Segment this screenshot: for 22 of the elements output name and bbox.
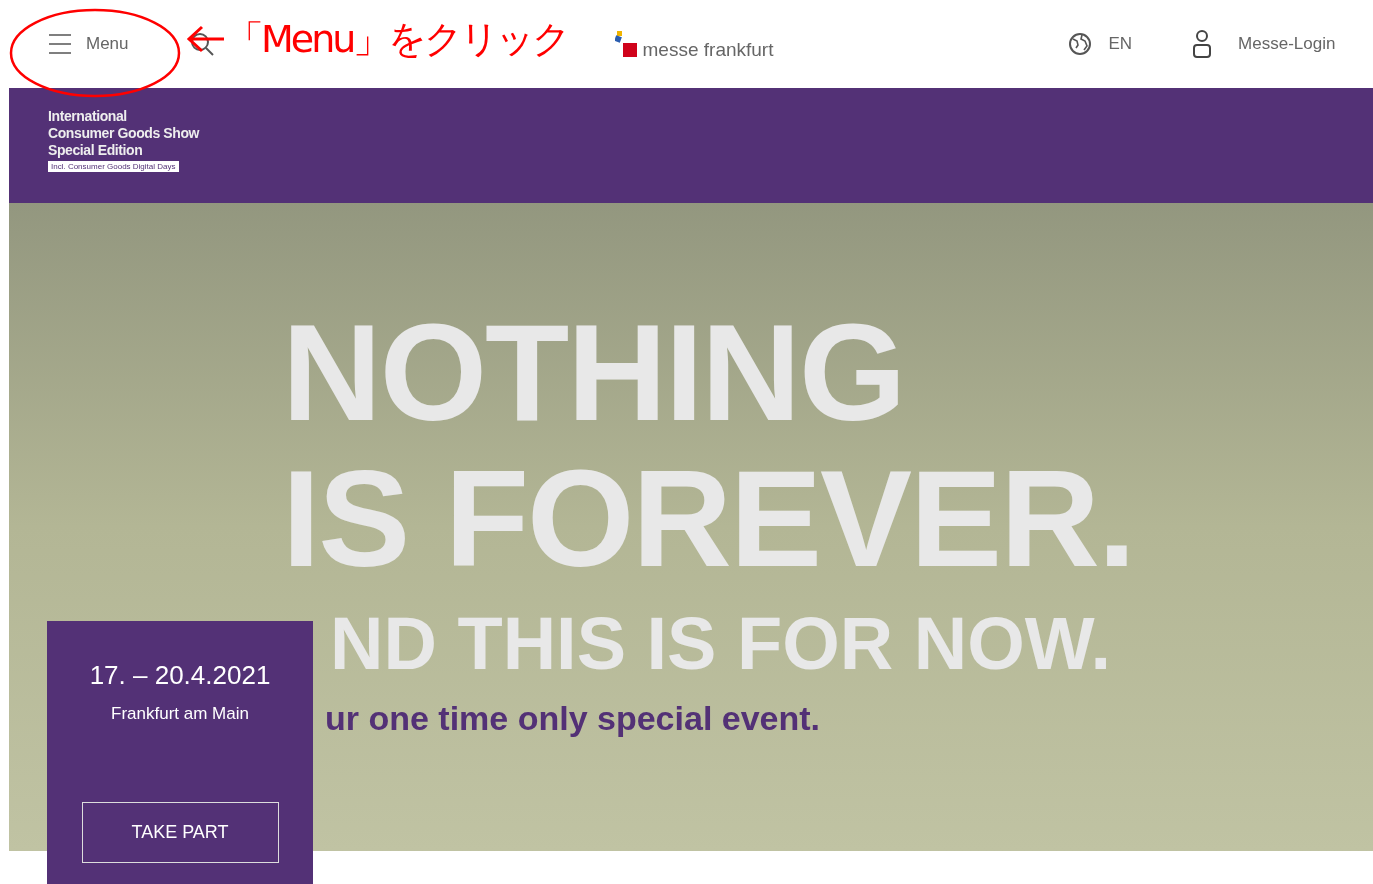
hero-headline: IS FOREVER. <box>282 449 1135 587</box>
take-part-button[interactable]: TAKE PART <box>81 801 279 863</box>
hero-tagline: ur one time only special event. <box>325 701 821 735</box>
annotation-text: 「Menu」をクリック <box>226 20 569 58</box>
user-icon <box>1192 29 1213 59</box>
menu-button[interactable]: Menu <box>48 31 129 57</box>
login-link[interactable]: Messe-Login <box>1192 29 1336 59</box>
language-link[interactable]: EN <box>1068 31 1133 57</box>
arrow-icon <box>186 24 226 54</box>
event-location: Frankfurt am Main <box>111 703 249 725</box>
logo-icon <box>614 29 637 59</box>
menu-icon <box>48 33 72 55</box>
hero-headline: ND THIS IS FOR NOW. <box>330 607 1112 681</box>
show-title: Special Edition <box>48 142 143 159</box>
show-tagline: Incl. Consumer Goods Digital Days <box>48 161 179 172</box>
event-dates: 17. – 20.4.2021 <box>89 659 271 692</box>
globe-icon <box>1068 32 1093 56</box>
brand-link[interactable]: messe frankfurt <box>614 29 774 59</box>
hero-headline: NOTHING <box>282 303 905 441</box>
show-title: International <box>48 108 127 125</box>
search-icon[interactable] <box>188 31 215 57</box>
show-title: Consumer Goods Show <box>48 125 200 142</box>
